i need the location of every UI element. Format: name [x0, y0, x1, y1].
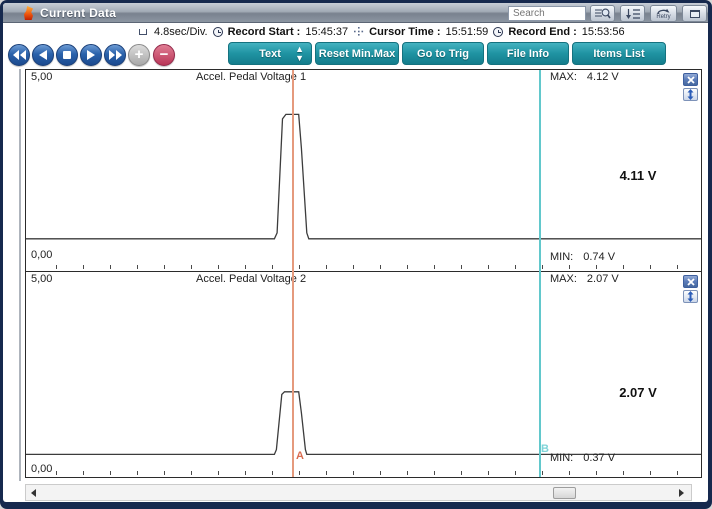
- channel-2-panel: 5,00 Accel. Pedal Voltage 2 MAX: 2.07 V …: [25, 271, 702, 478]
- channel-2-title: Accel. Pedal Voltage 2: [196, 273, 307, 285]
- channel-2-max: MAX: 2.07 V: [550, 273, 619, 285]
- window-content: Current Data Search Retry 4.8sec/Div. Re…: [3, 3, 708, 502]
- cursor-b-line[interactable]: [539, 70, 541, 477]
- close-icon: [686, 277, 695, 286]
- go-to-trig-label: Go to Trig: [417, 47, 469, 60]
- scrollbar-thumb[interactable]: [553, 487, 576, 499]
- item-list-button[interactable]: [620, 5, 645, 22]
- spinner-arrows-icon: ▲ ▼: [295, 43, 304, 63]
- cursor-b-label: B: [541, 443, 549, 455]
- close-icon: [686, 75, 695, 84]
- items-list-label: Items List: [593, 47, 645, 60]
- channel-2-waveform: [26, 391, 701, 456]
- cursor-a-line[interactable]: [292, 70, 294, 477]
- file-info-button[interactable]: File Info: [487, 42, 569, 65]
- plus-icon: +: [134, 46, 144, 63]
- retry-label: Retry: [656, 14, 671, 20]
- rewind-icon: [12, 50, 26, 60]
- file-info-label: File Info: [506, 47, 550, 60]
- channel-1-reorder-button[interactable]: [683, 88, 698, 101]
- scroll-left-arrow[interactable]: [31, 489, 36, 497]
- search-input[interactable]: [508, 6, 586, 21]
- cursor-a-label: A: [296, 450, 304, 462]
- channel-1-max: MAX: 4.12 V: [550, 71, 619, 83]
- y-max-label: 5,00: [31, 273, 53, 285]
- title-bar: Current Data Search Retry: [3, 3, 708, 23]
- channel-1-min: MIN: 0.74 V: [550, 251, 615, 263]
- channel-2-reorder-button[interactable]: [683, 290, 698, 303]
- record-end-value: 15:53:56: [581, 25, 625, 38]
- items-list-button[interactable]: Items List: [572, 42, 666, 65]
- channel-1-panel: 5,00 Accel. Pedal Voltage 1 MAX: 4.12 V …: [25, 69, 702, 272]
- rewind-button[interactable]: [8, 44, 30, 66]
- time-ticks: [56, 265, 691, 269]
- list-icon: [625, 8, 640, 19]
- max-label: MAX:: [550, 71, 577, 83]
- record-info-bar: 4.8sec/Div. Record Start : 15:45:37 Curs…: [139, 24, 625, 39]
- fast-forward-icon: [108, 50, 122, 60]
- horizontal-scrollbar[interactable]: [25, 484, 692, 501]
- min-label: MIN:: [550, 452, 574, 464]
- record-end-label: Record End :: [508, 25, 577, 38]
- max-value: 4.12 V: [586, 71, 619, 83]
- left-gutter-divider: [19, 69, 21, 481]
- back-icon: [39, 50, 47, 60]
- play-icon: [87, 50, 95, 60]
- step-back-button[interactable]: [32, 44, 54, 66]
- stop-button[interactable]: [56, 44, 78, 66]
- play-button[interactable]: [80, 44, 102, 66]
- reset-minmax-label: Reset Min.Max: [318, 47, 396, 60]
- channel-1-cursor-value: 4.11 V: [619, 168, 657, 183]
- view-mode-label: Text: [259, 47, 281, 60]
- window-title: Current Data: [40, 6, 117, 20]
- zoom-out-button[interactable]: −: [153, 44, 175, 66]
- restore-icon: [689, 9, 700, 18]
- search-icon: [595, 8, 611, 19]
- zoom-in-button[interactable]: +: [128, 44, 150, 66]
- reset-minmax-button[interactable]: Reset Min.Max: [315, 42, 399, 65]
- time-div-icon: [139, 28, 147, 35]
- find-button[interactable]: [590, 5, 615, 22]
- max-label: MAX:: [550, 273, 577, 285]
- time-per-div: 4.8sec/Div.: [154, 25, 208, 38]
- go-to-trig-button[interactable]: Go to Trig: [402, 42, 484, 65]
- record-start-clock-icon: [212, 26, 223, 37]
- record-end-clock-icon: [493, 26, 504, 37]
- y-max-label: 5,00: [31, 71, 53, 83]
- app-window: Current Data Search Retry 4.8sec/Div. Re…: [0, 0, 712, 509]
- min-value: 0.37 V: [583, 452, 616, 464]
- channel-1-title: Accel. Pedal Voltage 1: [196, 71, 307, 83]
- max-value: 2.07 V: [586, 273, 619, 285]
- min-label: MIN:: [550, 251, 574, 263]
- retry-button[interactable]: Retry: [650, 5, 677, 22]
- minus-icon: −: [159, 46, 169, 63]
- y-min-label: 0,00: [31, 463, 53, 475]
- up-down-arrow-icon: [687, 291, 694, 302]
- channel-2-close-button[interactable]: [683, 275, 698, 288]
- record-start-value: 15:45:37: [305, 25, 349, 38]
- record-start-label: Record Start :: [227, 25, 301, 38]
- channel-2-min: MIN: 0.37 V: [550, 452, 615, 464]
- channel-2-cursor-value: 2.07 V: [619, 385, 657, 400]
- min-value: 0.74 V: [583, 251, 616, 263]
- channel-1-close-button[interactable]: [683, 73, 698, 86]
- stop-icon: [63, 51, 71, 59]
- current-data-icon: [24, 6, 33, 20]
- y-min-label: 0,00: [31, 249, 53, 261]
- cursor-time-value: 15:51:59: [445, 25, 489, 38]
- cursor-time-label: Cursor Time :: [369, 25, 441, 38]
- cursor-time-icon: [354, 27, 364, 36]
- scroll-right-arrow[interactable]: [679, 489, 684, 497]
- up-down-arrow-icon: [687, 89, 694, 100]
- channel-1-waveform: [26, 113, 701, 240]
- view-mode-select[interactable]: Text ▲ ▼: [228, 42, 312, 65]
- fast-forward-button[interactable]: [104, 44, 126, 66]
- restore-button[interactable]: [682, 5, 707, 22]
- time-ticks: [56, 471, 691, 475]
